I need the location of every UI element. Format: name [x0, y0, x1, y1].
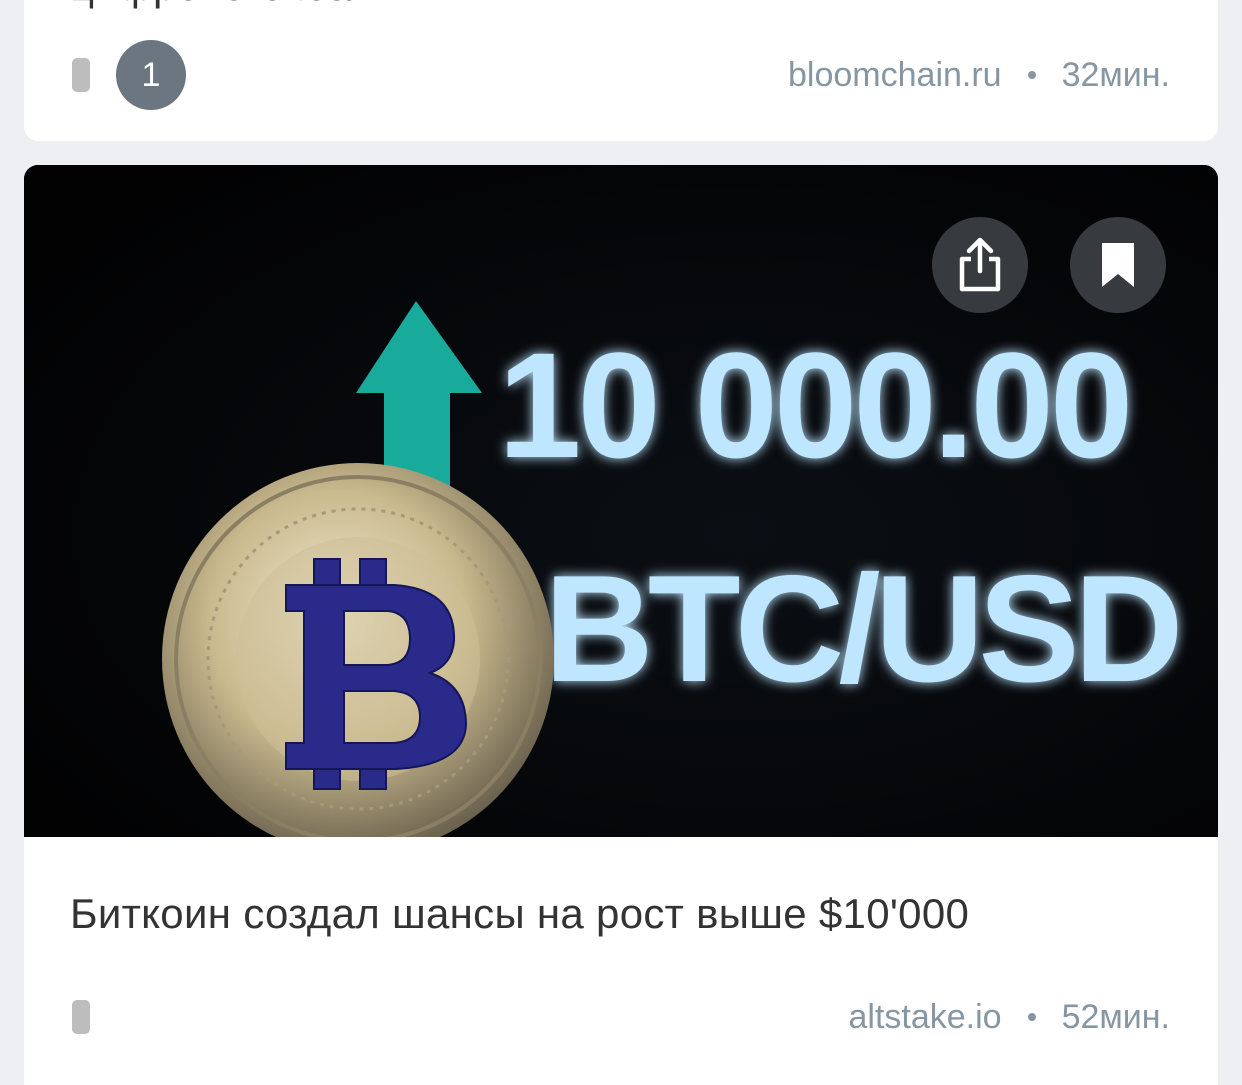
separator-dot: [1027, 71, 1036, 79]
bitcoin-illustration: 10 000.00 BTC/USD: [24, 165, 1218, 837]
bookmark-button[interactable]: [1070, 217, 1166, 313]
news-image[interactable]: 10 000.00 BTC/USD: [24, 165, 1218, 837]
news-card[interactable]: 10 000.00 BTC/USD Биткоин создал шансы н…: [24, 165, 1218, 1085]
news-source[interactable]: bloomchain.ru: [788, 56, 1002, 95]
separator-dot: [1027, 1013, 1036, 1021]
drag-handle-icon[interactable]: [72, 58, 90, 92]
news-title[interactable]: Биткоин создал шансы на рост выше $10'00…: [70, 890, 969, 938]
news-time: 52мин.: [1061, 997, 1170, 1036]
share-button[interactable]: [932, 217, 1028, 313]
share-icon: [959, 237, 1001, 292]
source-time: bloomchain.ru 32мин.: [788, 40, 1170, 110]
news-time: 32мин.: [1061, 55, 1170, 94]
bitcoin-coin-icon: [162, 463, 554, 837]
news-meta: 1 bloomchain.ru 32мин.: [24, 40, 1218, 110]
image-headline-value: 10 000.00: [498, 321, 1129, 489]
news-source[interactable]: altstake.io: [848, 998, 1001, 1037]
source-time: altstake.io 52мин.: [848, 982, 1170, 1052]
image-headline-pair: BTC/USD: [544, 544, 1178, 714]
comment-count-badge[interactable]: 1: [116, 40, 186, 110]
drag-handle-icon[interactable]: [72, 1000, 90, 1034]
news-card[interactable]: цифрового юаня 1 bloomchain.ru 32мин.: [24, 0, 1218, 141]
news-meta: altstake.io 52мин.: [24, 982, 1218, 1052]
bookmark-icon: [1102, 243, 1134, 287]
news-title[interactable]: цифрового юаня: [70, 0, 398, 10]
